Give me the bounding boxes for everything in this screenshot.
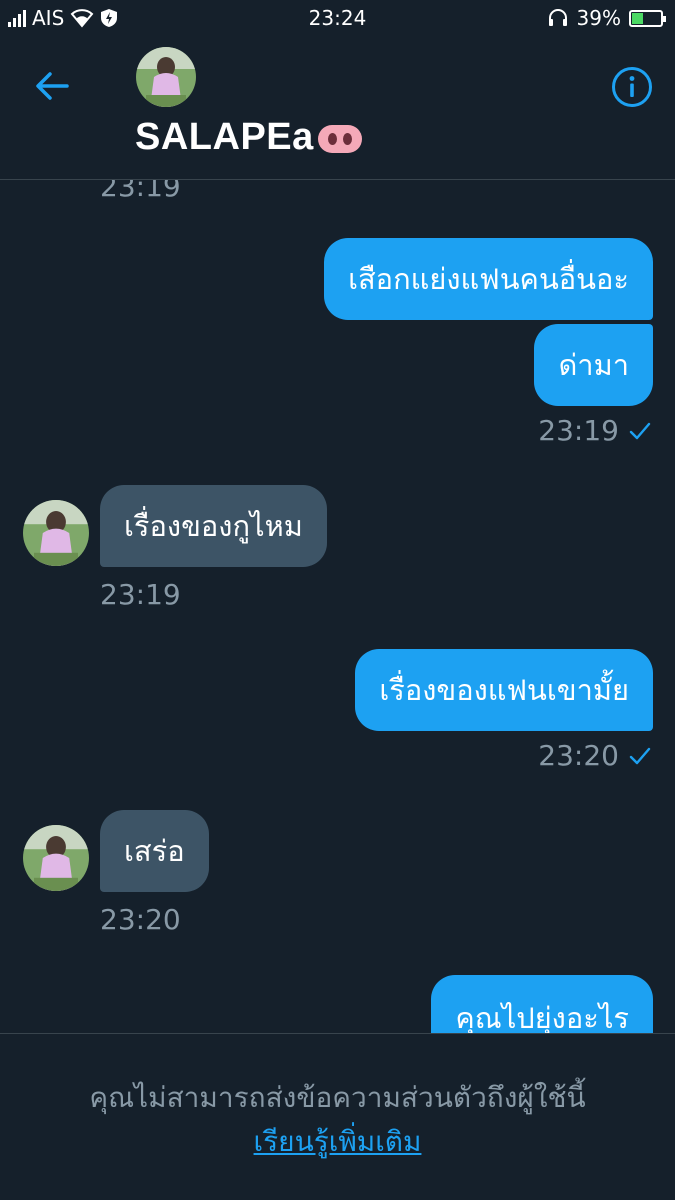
read-check-icon	[629, 747, 651, 764]
sender-avatar[interactable]	[23, 500, 89, 566]
message-text: ด่ามา	[558, 348, 629, 382]
message-text: คุณไปยุ่งอะไร	[455, 1001, 629, 1033]
info-icon	[612, 67, 652, 107]
avatar-photo	[23, 825, 89, 891]
battery-icon	[629, 9, 666, 27]
message-text: เสร่อ	[124, 834, 185, 868]
message-timestamp: 23:19	[100, 180, 181, 203]
battery-percent: 39%	[576, 6, 621, 30]
message-list[interactable]: 23:19 เสือกแย่งแฟนคนอื่นอะ ด่ามา 23:19 เ…	[0, 180, 675, 1033]
received-message-bubble[interactable]: เรื่องของกูไหม	[100, 485, 327, 567]
sent-message-bubble[interactable]: ด่ามา	[534, 324, 653, 406]
message-meta: 23:20	[538, 739, 651, 772]
status-right: 39%	[547, 6, 666, 30]
avatar[interactable]	[136, 47, 196, 107]
avatar-photo	[136, 47, 196, 107]
read-check-icon	[629, 422, 651, 439]
headset-icon	[548, 9, 567, 26]
status-bar: AIS 23:24 39%	[0, 0, 675, 36]
message-text: เสือกแย่งแฟนคนอื่นอะ	[348, 262, 629, 296]
sent-message-bubble[interactable]: คุณไปยุ่งอะไร	[431, 975, 653, 1033]
received-message-bubble[interactable]: เสร่อ	[100, 810, 209, 892]
sent-message-bubble[interactable]: เรื่องของแฟนเขามั้ย	[355, 649, 653, 731]
sent-message-bubble[interactable]: เสือกแย่งแฟนคนอื่นอะ	[324, 238, 653, 320]
conversation-header: SALAPEa	[0, 36, 675, 180]
avatar-photo	[23, 500, 89, 566]
learn-more-link[interactable]: เรียนรู้เพิ่มเติม	[0, 1120, 675, 1164]
info-button[interactable]	[611, 66, 653, 108]
dm-disabled-notice: คุณไม่สามารถส่งข้อความส่วนตัวถึงผู้ใช้นี…	[89, 1081, 586, 1114]
message-text: เรื่องของกูไหม	[124, 509, 303, 543]
message-timestamp: 23:20	[538, 739, 619, 772]
contact-name-text: SALAPEa	[135, 116, 314, 158]
back-arrow-icon	[36, 72, 69, 100]
message-meta: 23:19	[538, 414, 651, 447]
message-timestamp: 23:20	[100, 903, 181, 936]
dm-disabled-footer: คุณไม่สามารถส่งข้อความส่วนตัวถึงผู้ใช้นี…	[0, 1033, 675, 1200]
dm-conversation-screen: AIS 23:24 39% SALAPEa 23:19 เสือกแย่งแฟน…	[0, 0, 675, 1200]
message-timestamp: 23:19	[538, 414, 619, 447]
pig-nose-icon	[317, 124, 362, 153]
message-timestamp: 23:19	[100, 578, 181, 611]
sender-avatar[interactable]	[23, 825, 89, 891]
battery-level	[632, 12, 643, 24]
back-button[interactable]	[30, 64, 74, 108]
message-text: เรื่องของแฟนเขามั้ย	[379, 673, 629, 707]
contact-name[interactable]: SALAPEa	[135, 116, 362, 159]
